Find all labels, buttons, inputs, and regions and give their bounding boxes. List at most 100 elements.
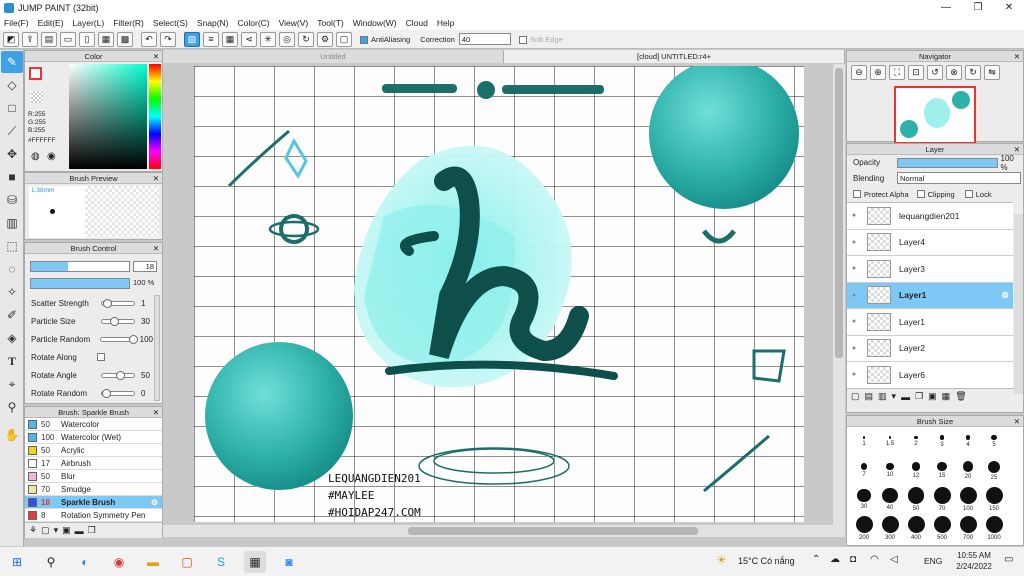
brush-size-cell[interactable]: 70: [929, 485, 955, 514]
select-rect-tool-icon[interactable]: ⬚: [1, 235, 23, 257]
menu-help[interactable]: Help: [437, 18, 454, 28]
layer-visibility-icon[interactable]: ●: [847, 212, 861, 219]
vscroll-thumb[interactable]: [835, 68, 843, 358]
slider-knob[interactable]: [102, 388, 111, 398]
antialiasing-checkbox[interactable]: [360, 35, 368, 44]
snap-curve-icon[interactable]: ↻: [298, 31, 314, 47]
brush-size-cell[interactable]: 500: [929, 514, 955, 543]
maximize-button[interactable]: ❐: [962, 0, 994, 16]
slider-knob[interactable]: [110, 316, 120, 326]
divide-tool-icon[interactable]: ⌖: [1, 373, 23, 395]
brush-list-item[interactable]: 50 Watercolor: [25, 418, 162, 431]
print-icon[interactable]: ▤: [41, 31, 57, 47]
search-icon[interactable]: ⚲: [40, 551, 62, 573]
layer-visibility-icon[interactable]: ●: [847, 371, 861, 378]
canvas-vertical-scrollbar[interactable]: [833, 64, 845, 537]
slider-knob[interactable]: [102, 298, 112, 308]
brush-opacity-slider[interactable]: [30, 278, 130, 289]
pen-tool-icon[interactable]: ✎: [1, 51, 23, 73]
brush-param-slider[interactable]: [101, 370, 135, 380]
menu-color[interactable]: Color(C): [238, 18, 270, 28]
menu-layer[interactable]: Layer(L): [73, 18, 105, 28]
panel-close-icon[interactable]: ✕: [153, 173, 159, 184]
windows-start-icon[interactable]: ⊞: [6, 551, 28, 573]
new-folder-icon[interactable]: ▬: [901, 392, 910, 402]
lock-checkbox[interactable]: [964, 190, 973, 198]
panel-close-icon[interactable]: ✕: [1014, 51, 1020, 62]
new-brush-icon[interactable]: ▢: [41, 525, 50, 536]
snap-radial-icon[interactable]: ✳: [260, 31, 276, 47]
menu-file[interactable]: File(F): [4, 18, 29, 28]
layer-row[interactable]: ● Layer1 ⚙: [847, 282, 1013, 309]
menu-snap[interactable]: Snap(N): [197, 18, 229, 28]
eyedropper-tool-icon[interactable]: ⚲: [1, 396, 23, 418]
snap-off-icon[interactable]: ▨: [184, 31, 200, 47]
brush-size-cell[interactable]: 40: [877, 485, 903, 514]
brush-param-slider[interactable]: [101, 388, 135, 398]
slider-knob[interactable]: [129, 334, 139, 344]
panel-close-icon[interactable]: ✕: [1014, 416, 1020, 427]
layer-visibility-icon[interactable]: ●: [847, 239, 861, 246]
snap-cross-icon[interactable]: ▦: [222, 31, 238, 47]
brush-size-value[interactable]: 18: [133, 261, 157, 272]
brush-list-item[interactable]: 8 Rotation Symmetry Pen: [25, 509, 162, 522]
brush-size-cell[interactable]: 100: [955, 485, 981, 514]
brush-size-cell[interactable]: 20: [955, 456, 981, 485]
panel-close-icon[interactable]: ✕: [153, 51, 159, 62]
panel-close-icon[interactable]: ✕: [153, 243, 159, 254]
move-tool-icon[interactable]: ✥: [1, 143, 23, 165]
layer-row[interactable]: ● Layer6: [847, 362, 1013, 388]
file-explorer-icon[interactable]: ▬: [142, 551, 164, 573]
new-layer-1bit-icon[interactable]: ▥: [878, 391, 887, 402]
layer-row[interactable]: ● Layer1: [847, 309, 1013, 336]
brush-size-cell[interactable]: 700: [955, 514, 981, 543]
brush-size-cell[interactable]: 30: [851, 485, 877, 514]
brush-control-scrollbar[interactable]: [154, 295, 160, 401]
menu-select[interactable]: Select(S): [153, 18, 188, 28]
brush-size-cell[interactable]: 150: [981, 485, 1007, 514]
close-button[interactable]: ✕: [993, 0, 1024, 16]
brush-size-slider[interactable]: [30, 261, 130, 272]
line-tool-icon[interactable]: ⟋: [1, 120, 23, 142]
rectangle-tool-icon[interactable]: □: [1, 97, 23, 119]
brush-size-cell[interactable]: 12: [903, 456, 929, 485]
brush-param-checkbox[interactable]: [97, 353, 105, 361]
clipping-checkbox[interactable]: [916, 190, 925, 198]
layer-row[interactable]: ● lequangdien201: [847, 203, 1013, 230]
menu-window[interactable]: Window(W): [353, 18, 397, 28]
canvas-horizontal-scrollbar[interactable]: [163, 525, 833, 537]
primary-color-swatch[interactable]: [29, 67, 42, 80]
layer-menu-icon[interactable]: ▾: [892, 391, 897, 402]
brush-size-cell[interactable]: 4: [955, 427, 981, 456]
rotate-reset-icon[interactable]: ⊗: [946, 65, 962, 80]
transparent-swatch[interactable]: [31, 91, 43, 103]
tray-language[interactable]: ENG: [924, 556, 942, 566]
jump-paint-icon[interactable]: ▦: [244, 550, 266, 573]
blending-select[interactable]: Normal: [897, 172, 1021, 184]
tray-volume-icon[interactable]: ◁: [890, 554, 898, 565]
office-icon[interactable]: ▢: [176, 551, 198, 573]
navigator-thumbnail[interactable]: [894, 86, 976, 144]
layer-row[interactable]: ● Layer2: [847, 335, 1013, 362]
chrome-icon[interactable]: ◉: [108, 551, 130, 573]
weather-text[interactable]: 15°C Có nắng: [738, 556, 795, 566]
brush-settings-icon[interactable]: ⚘: [29, 525, 37, 536]
clear-layer-icon[interactable]: ▦: [942, 391, 951, 402]
grid-icon[interactable]: ▩: [117, 31, 133, 47]
brush-param-slider[interactable]: [100, 334, 139, 344]
brush-param-slider[interactable]: [101, 298, 135, 308]
brush-settings-gear-icon[interactable]: ⚙: [151, 498, 158, 507]
zoom-out-icon[interactable]: ⊖: [851, 65, 867, 80]
hscroll-thumb[interactable]: [408, 527, 698, 535]
correction-input[interactable]: 40: [458, 33, 511, 45]
duplicate-brush-icon[interactable]: ❐: [88, 525, 96, 536]
brush-list-item[interactable]: 50 Blur: [25, 470, 162, 483]
menu-filter[interactable]: Filter(R): [113, 18, 144, 28]
fill-rect-tool-icon[interactable]: ■: [1, 166, 23, 188]
menu-edit[interactable]: Edit(E): [38, 18, 64, 28]
brush-size-cell[interactable]: 200: [851, 514, 877, 543]
layer-visibility-icon[interactable]: ●: [847, 265, 861, 272]
copy-brush-icon[interactable]: ▣: [62, 525, 71, 536]
panel-close-icon[interactable]: ✕: [1014, 144, 1020, 155]
snap-vanish-icon[interactable]: ⋖: [241, 31, 257, 47]
